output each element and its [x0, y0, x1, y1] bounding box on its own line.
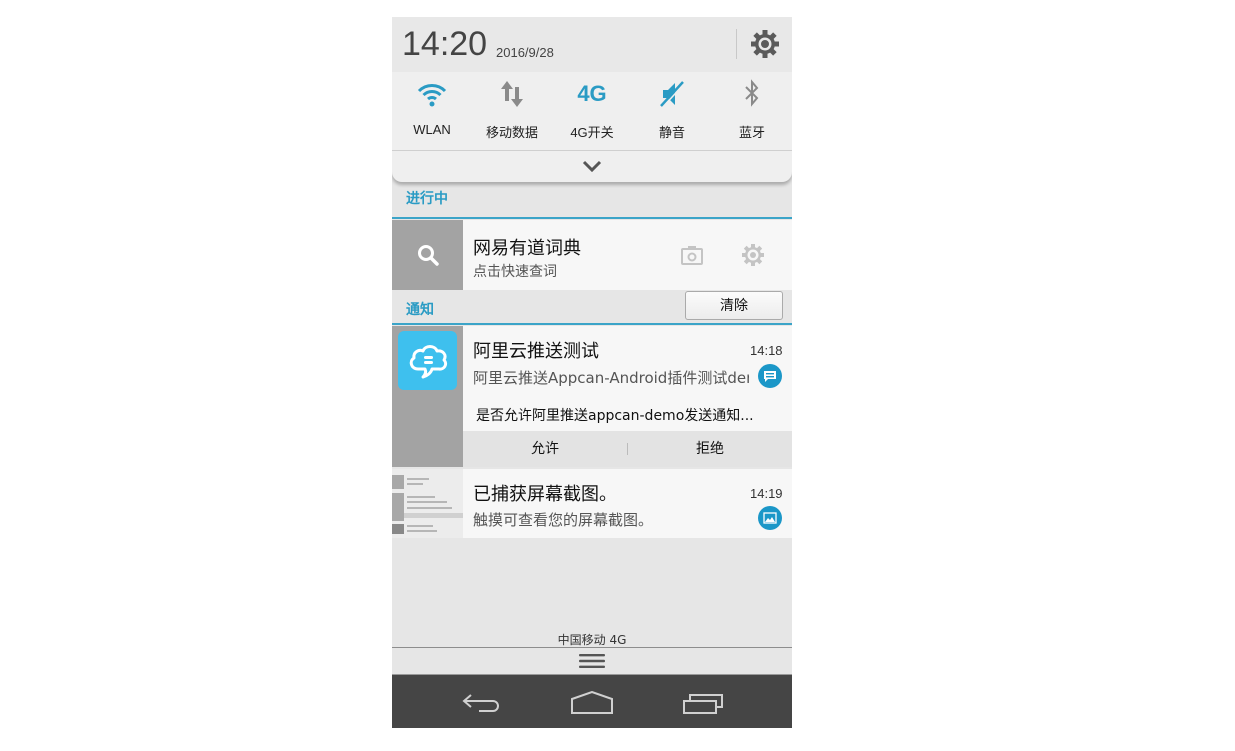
- camera-icon: [681, 246, 703, 265]
- section-title-notifications: 通知: [406, 302, 434, 318]
- notification-screenshot[interactable]: 已捕获屏幕截图。 14:19 触摸可查看您的屏幕截图。: [392, 469, 792, 538]
- quick-toggle-label: 移动数据: [485, 125, 538, 140]
- home-button[interactable]: [567, 685, 617, 721]
- chevron-down-icon: [582, 160, 602, 172]
- camera-button[interactable]: [679, 242, 705, 268]
- allow-button[interactable]: 允许: [463, 431, 627, 467]
- clock-time: 14:20: [402, 25, 488, 63]
- ongoing-notification-youdao[interactable]: 网易有道词典 点击快速查词: [392, 220, 792, 290]
- quick-settings-panel: WLAN 移动数据 4G 4G开关 静音 蓝牙: [392, 72, 792, 182]
- quick-toggle-label: WLAN: [413, 122, 451, 137]
- clock-date: 2016/9/28: [496, 45, 554, 60]
- mute-icon: [660, 81, 685, 108]
- quick-toggle-mute[interactable]: 静音: [632, 72, 712, 150]
- quick-toggle-label: 蓝牙: [738, 125, 765, 140]
- shade-drag-handle[interactable]: [392, 648, 792, 674]
- clear-all-button[interactable]: 清除: [685, 291, 783, 320]
- home-icon: [571, 691, 613, 714]
- notification-icon-area: [392, 220, 463, 290]
- header-divider: [736, 29, 737, 59]
- notification-title: 阿里云推送测试: [473, 341, 599, 362]
- notification-subtitle: 触摸可查看您的屏幕截图。: [473, 511, 654, 529]
- screenshot-thumbnail: [392, 469, 463, 538]
- back-icon: [462, 694, 499, 712]
- notification-badge: [758, 506, 782, 530]
- notification-aliyun-push[interactable]: 阿里云推送测试 14:18 阿里云推送Appcan-Android插件测试dem…: [392, 326, 792, 467]
- notification-shade: 14:20 2016/9/28 WLAN 移动数据 4G 4G开关 静音 蓝牙 …: [392, 17, 792, 728]
- quick-toggle-wlan[interactable]: WLAN: [392, 72, 472, 150]
- notification-subtitle: 阿里云推送Appcan-Android插件测试dem: [473, 369, 749, 387]
- recents-button[interactable]: [678, 685, 728, 721]
- carrier-label: 中国移动 4G: [557, 633, 627, 647]
- section-divider: [392, 217, 792, 219]
- deny-button[interactable]: 拒绝: [628, 431, 792, 467]
- quick-toggle-bluetooth[interactable]: 蓝牙: [712, 72, 792, 150]
- notification-title: 网易有道词典: [473, 238, 581, 259]
- bluetooth-icon: [745, 79, 759, 107]
- expand-quick-settings-button[interactable]: [392, 151, 792, 181]
- image-icon: [763, 512, 777, 524]
- recents-icon: [683, 694, 723, 714]
- notification-actions: 允许 拒绝: [463, 431, 792, 467]
- menu-icon: [579, 654, 605, 668]
- mobile-data-icon: [501, 81, 523, 107]
- quick-toggle-label: 静音: [658, 125, 685, 140]
- notification-subtitle: 点击快速查词: [473, 264, 557, 280]
- app-icon-aliyun: [398, 331, 457, 390]
- quick-toggle-mobile-data[interactable]: 移动数据: [472, 72, 552, 150]
- cloud-chat-icon: [409, 344, 447, 378]
- message-icon: [764, 371, 776, 382]
- notification-title: 已捕获屏幕截图。: [473, 484, 617, 505]
- 4g-icon: 4G: [577, 81, 607, 106]
- notification-badge: [758, 364, 782, 388]
- section-divider: [392, 323, 792, 325]
- notification-time: 14:19: [750, 486, 783, 501]
- status-header: 14:20 2016/9/28: [392, 17, 792, 72]
- search-icon: [417, 245, 439, 266]
- navigation-bar: [392, 674, 792, 728]
- wifi-icon: [417, 84, 447, 107]
- settings-button[interactable]: [748, 29, 782, 59]
- ongoing-settings-button[interactable]: [740, 242, 766, 268]
- notification-body: 是否允许阿里推送appcan-demo发送通知...: [476, 408, 754, 424]
- back-button[interactable]: [456, 685, 506, 721]
- gear-icon: [751, 30, 779, 58]
- quick-toggle-4g[interactable]: 4G 4G开关: [552, 72, 632, 150]
- notification-time: 14:18: [750, 343, 783, 358]
- quick-toggle-label: 4G开关: [570, 125, 614, 140]
- section-title-ongoing: 进行中: [406, 191, 448, 207]
- gear-icon: [742, 244, 764, 266]
